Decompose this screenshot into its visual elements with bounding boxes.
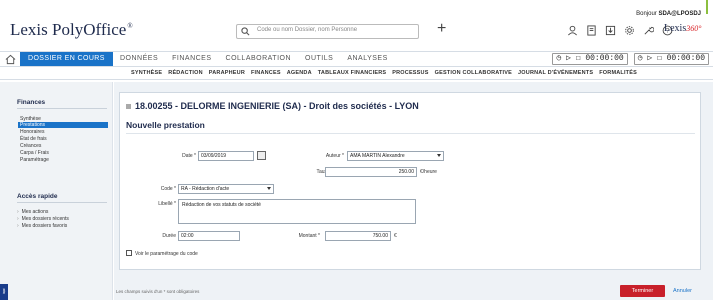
add-icon[interactable]: + — [437, 20, 446, 38]
duree-label: Durée — [162, 233, 176, 239]
dossier-icon — [126, 104, 131, 110]
top-bar: Lexis PolyOffice® Code ou nom Dossier, n… — [0, 0, 713, 50]
sidebar-item-carpa[interactable]: Carpa / Frais — [20, 150, 49, 156]
user-name[interactable]: SDA@LPOSDJ — [658, 11, 701, 17]
subnav-finances[interactable]: FINANCES — [251, 67, 281, 80]
lexis360-logo[interactable]: Lexis360° — [664, 23, 701, 34]
calendar-icon[interactable] — [257, 151, 266, 160]
search-placeholder: Code ou nom Dossier, nom Personne — [257, 27, 358, 33]
main-nav: DOSSIER EN COURS DONNÉES FINANCES COLLAB… — [0, 51, 713, 67]
sidebar-item-honoraires[interactable]: Honoraires — [20, 129, 44, 135]
gear-icon[interactable] — [623, 24, 635, 36]
accent-bar — [706, 0, 708, 14]
timers: ◷ ▷ ☐ 00:00:00 ◷ ▷ ☐ 00:00:00 — [552, 53, 709, 65]
sidebar: Finances Synthèse Prestations Honoraires… — [0, 82, 113, 300]
sidebar-item-creances[interactable]: Créances — [20, 143, 41, 149]
subnav-redaction[interactable]: RÉDACTION — [168, 67, 203, 80]
subnav-gestion-collaborative[interactable]: GESTION COLLABORATIVE — [435, 67, 512, 80]
wrench-icon[interactable] — [642, 24, 654, 36]
quick-link-mes-actions[interactable]: Mes actions — [17, 209, 49, 215]
dossier-title: 18.00255 - DELORME INGENIERIE (SA) - Dro… — [126, 101, 419, 111]
sub-nav: SYNTHÈSE RÉDACTION PARAPHEUR FINANCES AG… — [0, 67, 713, 80]
show-params-checkbox[interactable] — [126, 250, 132, 256]
section-divider — [126, 133, 695, 134]
tab-collaboration[interactable]: COLLABORATION — [226, 52, 292, 66]
main-content: 18.00255 - DELORME INGENIERIE (SA) - Dro… — [114, 82, 713, 300]
sidebar-item-prestations[interactable]: Prestations — [18, 122, 108, 128]
search-icon — [241, 27, 250, 36]
subnav-tableaux-financiers[interactable]: TABLEAUX FINANCIERS — [318, 67, 386, 80]
montant-label: Montant * — [298, 233, 320, 239]
chevron-down-icon — [267, 187, 271, 190]
montant-field[interactable]: 750.00 — [325, 231, 391, 241]
timer-1[interactable]: ◷ ▷ ☐ 00:00:00 — [552, 53, 628, 65]
date-field[interactable]: 03/09/2019 — [198, 151, 254, 161]
sidebar-divider — [17, 202, 107, 203]
finish-button[interactable]: Terminer — [620, 285, 665, 297]
libelle-label: Libellé * — [158, 201, 176, 207]
subnav-formalites[interactable]: FORMALITÉS — [599, 67, 637, 80]
code-select[interactable]: RA - Rédaction d'acte — [178, 184, 274, 194]
app-logo: Lexis PolyOffice® — [10, 20, 133, 39]
sidebar-item-parametrage[interactable]: Paramétrage — [20, 157, 49, 163]
sidebar-item-etat-de-frais[interactable]: État de frais — [20, 136, 47, 142]
taux-field[interactable]: 250.00 — [325, 167, 417, 177]
subnav-journal[interactable]: JOURNAL D'ÉVÉNEMENTS — [518, 67, 593, 80]
tab-finances[interactable]: FINANCES — [172, 52, 211, 66]
toolbar-icons: ? — [566, 24, 673, 36]
subnav-processus[interactable]: PROCESSUS — [392, 67, 428, 80]
cancel-button[interactable]: Annuler — [673, 285, 692, 297]
tab-donnees[interactable]: DONNÉES — [120, 52, 158, 66]
show-params-label[interactable]: Voir le paramétrage du code — [135, 251, 198, 257]
sidebar-title-acces-rapide: Accès rapide — [17, 193, 58, 200]
auteur-select[interactable]: AMA MARTIN Alexandre — [347, 151, 444, 161]
auteur-label: Auteur * — [325, 153, 344, 159]
document-icon[interactable] — [585, 24, 597, 36]
tab-outils[interactable]: OUTILS — [305, 52, 333, 66]
app-window: Lexis PolyOffice® Code ou nom Dossier, n… — [0, 0, 713, 300]
tab-dossier-en-cours[interactable]: DOSSIER EN COURS — [20, 52, 113, 66]
tab-analyses[interactable]: ANALYSES — [347, 52, 387, 66]
contacts-icon[interactable] — [566, 24, 578, 36]
home-icon[interactable] — [5, 54, 16, 65]
quick-link-dossiers-recents[interactable]: Mes dossiers récents — [17, 216, 69, 222]
nav-tabs: DONNÉES FINANCES COLLABORATION OUTILS AN… — [120, 52, 388, 66]
montant-unit: € — [394, 233, 397, 239]
timer-2[interactable]: ◷ ▷ ☐ 00:00:00 — [633, 53, 709, 65]
date-label: Date * — [182, 153, 196, 159]
subnav-parapheur[interactable]: PARAPHEUR — [209, 67, 245, 80]
user-greeting: Bonjour SDA@LPOSDJ — [636, 11, 701, 17]
download-icon[interactable] — [604, 24, 616, 36]
section-title: Nouvelle prestation — [126, 120, 205, 130]
required-fields-note: Les champs suivis d'un * sont obligatoir… — [116, 289, 200, 294]
side-tab-icon[interactable]: ⟫ — [0, 284, 8, 300]
quick-link-dossiers-favoris[interactable]: Mes dossiers favoris — [17, 223, 68, 229]
taux-unit: €/heure — [420, 169, 437, 175]
code-label: Code * — [160, 186, 176, 192]
subnav-agenda[interactable]: AGENDA — [287, 67, 312, 80]
duree-field[interactable]: 02:00 — [178, 231, 240, 241]
chevron-down-icon — [437, 154, 441, 157]
libelle-textarea[interactable]: Rédaction de vos statuts de société — [178, 199, 416, 224]
search-input[interactable]: Code ou nom Dossier, nom Personne — [236, 24, 419, 39]
sidebar-title-finances: Finances — [17, 99, 46, 106]
sidebar-divider — [17, 108, 107, 109]
subnav-synthese[interactable]: SYNTHÈSE — [131, 67, 162, 80]
prestation-form: 18.00255 - DELORME INGENIERIE (SA) - Dro… — [119, 92, 701, 270]
